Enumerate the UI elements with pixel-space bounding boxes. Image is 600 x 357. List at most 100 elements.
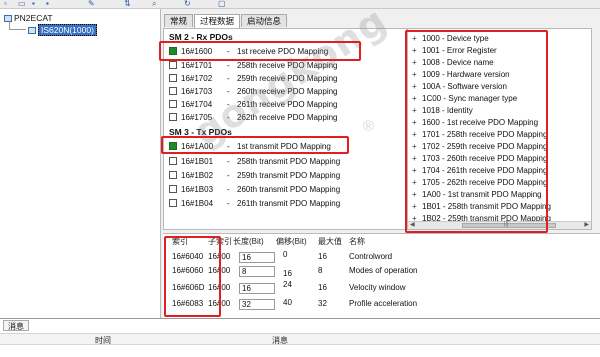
od-item-label: 1A00 - 1st transmit PDO Mapping	[422, 189, 542, 199]
horizontal-scrollbar[interactable]: ◀ ||| ▶	[408, 221, 591, 229]
tree-child-node[interactable]: IS620N(1000)	[28, 24, 97, 36]
pdo-index: 16#1702	[181, 73, 213, 83]
expand-icon[interactable]: +	[412, 46, 422, 55]
pdo-checkbox[interactable]	[169, 100, 177, 108]
pdo-separator: -	[227, 170, 230, 180]
expand-icon[interactable]: +	[412, 70, 422, 79]
expand-icon[interactable]: +	[412, 106, 422, 115]
servo-drive-icon	[28, 26, 36, 34]
od-item-label: 1000 - Device type	[422, 33, 489, 43]
rx-pdo-row[interactable]: 16#1703 - 260th receive PDO Mapping	[169, 85, 338, 97]
pdo-checkbox[interactable]	[169, 113, 177, 121]
pdo-checkbox[interactable]	[169, 171, 177, 179]
pdo-checkbox[interactable]	[169, 47, 177, 55]
tx-pdo-row[interactable]: 16#1B04 - 261th transmit PDO Mapping	[169, 197, 340, 209]
pdo-checkbox[interactable]	[169, 87, 177, 95]
rx-pdo-row[interactable]: 16#1701 - 258th receive PDO Mapping	[169, 59, 338, 71]
tab-messages[interactable]: 消息	[3, 320, 29, 331]
od-item[interactable]: +1000 - Device type	[412, 32, 489, 44]
od-item[interactable]: +1704 - 261th receive PDO Mapping	[412, 164, 547, 176]
cell-name: Controlword	[349, 252, 393, 261]
tx-pdo-row[interactable]: 16#1A00 - 1st transmit PDO Mapping	[169, 140, 331, 152]
pdo-checkbox[interactable]	[169, 74, 177, 82]
od-item-label: 1705 - 262th receive PDO Mapping	[422, 177, 548, 187]
save-all-icon[interactable]: ▪	[46, 0, 49, 8]
od-item[interactable]: +100A - Software version	[412, 80, 507, 92]
pdo-checkbox[interactable]	[169, 185, 177, 193]
length-input[interactable]: 8	[239, 266, 275, 277]
expand-icon[interactable]: +	[412, 202, 422, 211]
rx-pdo-row[interactable]: 16#1704 - 261th receive PDO Mapping	[169, 98, 338, 110]
expand-icon[interactable]: +	[412, 130, 422, 139]
length-input[interactable]: 16	[239, 252, 275, 263]
pdo-checkbox[interactable]	[169, 142, 177, 150]
expand-icon[interactable]: +	[412, 154, 422, 163]
rx-pdo-row[interactable]: 16#1600 - 1st receive PDO Mapping	[169, 45, 328, 57]
cell-name: Velocity window	[349, 283, 406, 292]
od-item[interactable]: +1008 - Device name	[412, 56, 494, 68]
cell-index: 16#6083	[172, 299, 204, 308]
scan-icon[interactable]: ⌕	[152, 0, 156, 8]
od-item[interactable]: +1009 - Hardware version	[412, 68, 510, 80]
scroll-left-icon[interactable]: ◀	[410, 221, 415, 228]
od-item[interactable]: +1600 - 1st receive PDO Mapping	[412, 116, 538, 128]
expand-icon[interactable]: +	[412, 190, 422, 199]
cell-max: 8	[318, 266, 323, 275]
tab-startup-info[interactable]: 启动信息	[241, 14, 288, 27]
cell-index: 16#606D	[172, 283, 205, 292]
expand-icon[interactable]: +	[412, 82, 422, 91]
tab-general[interactable]: 常规	[164, 14, 194, 27]
tx-pdo-row[interactable]: 16#1B01 - 258th transmit PDO Mapping	[169, 155, 340, 167]
open-icon[interactable]: ▭	[18, 0, 26, 8]
expand-icon[interactable]: +	[412, 118, 422, 127]
expand-icon[interactable]: +	[412, 142, 422, 151]
scrollbar-thumb[interactable]	[462, 223, 556, 228]
od-item[interactable]: +1A00 - 1st transmit PDO Mapping	[412, 188, 542, 200]
refresh-icon[interactable]: ↻	[184, 0, 191, 8]
pdo-index: 16#1705	[181, 112, 213, 122]
length-input[interactable]: 32	[239, 299, 275, 310]
tree-root-label: PN2ECAT	[14, 13, 53, 23]
cell-index: 16#6040	[172, 252, 204, 261]
pdo-name: 260th transmit PDO Mapping	[237, 184, 341, 194]
od-item-label: 1008 - Device name	[422, 57, 494, 67]
pdo-name: 1st transmit PDO Mapping	[237, 141, 331, 151]
scroll-right-icon[interactable]: ▶	[584, 221, 589, 228]
od-item[interactable]: +1705 - 262th receive PDO Mapping	[412, 176, 547, 188]
expand-icon[interactable]: +	[412, 178, 422, 187]
message-header-row	[0, 333, 600, 345]
expand-icon[interactable]: +	[412, 58, 422, 67]
length-input[interactable]: 16	[239, 283, 275, 294]
save-icon[interactable]: ▪	[32, 0, 35, 8]
expand-icon[interactable]: +	[412, 166, 422, 175]
od-item[interactable]: +1018 - Identity	[412, 104, 473, 116]
pdo-separator: -	[227, 112, 230, 122]
col-header-length: 长度(Bit)	[233, 237, 264, 246]
od-item[interactable]: +1701 - 258th receive PDO Mapping	[412, 128, 547, 140]
od-item[interactable]: +1C00 - Sync manager type	[412, 92, 517, 104]
edit-icon[interactable]: ✎	[88, 0, 95, 8]
od-item[interactable]: +1702 - 259th receive PDO Mapping	[412, 140, 547, 152]
od-item-label: 1B01 - 258th transmit PDO Mapping	[422, 201, 551, 211]
new-icon[interactable]: ▫	[4, 0, 7, 8]
window-icon[interactable]: ▢	[218, 0, 226, 8]
pdo-name: 258th receive PDO Mapping	[237, 60, 338, 70]
tab-process-data[interactable]: 过程数据	[194, 14, 241, 29]
od-item[interactable]: +1B01 - 258th transmit PDO Mapping	[412, 200, 551, 212]
pdo-checkbox[interactable]	[169, 157, 177, 165]
pdo-separator: -	[227, 60, 230, 70]
pdo-checkbox[interactable]	[169, 199, 177, 207]
tx-pdo-row[interactable]: 16#1B03 - 260th transmit PDO Mapping	[169, 183, 340, 195]
pdo-index: 16#1A00	[181, 141, 214, 151]
pdo-checkbox[interactable]	[169, 61, 177, 69]
expand-icon[interactable]: +	[412, 34, 422, 43]
tree-child-label: IS620N(1000)	[38, 24, 97, 36]
rx-pdo-row[interactable]: 16#1702 - 259th receive PDO Mapping	[169, 72, 338, 84]
tree-root-node[interactable]: PN2ECAT	[4, 13, 53, 23]
od-item[interactable]: +1703 - 260th receive PDO Mapping	[412, 152, 547, 164]
rx-pdo-row[interactable]: 16#1705 - 262th receive PDO Mapping	[169, 111, 338, 123]
expand-icon[interactable]: +	[412, 94, 422, 103]
od-item[interactable]: +1001 - Error Register	[412, 44, 497, 56]
tx-pdo-row[interactable]: 16#1B02 - 259th transmit PDO Mapping	[169, 169, 340, 181]
connect-icon[interactable]: ⇅	[124, 0, 131, 8]
